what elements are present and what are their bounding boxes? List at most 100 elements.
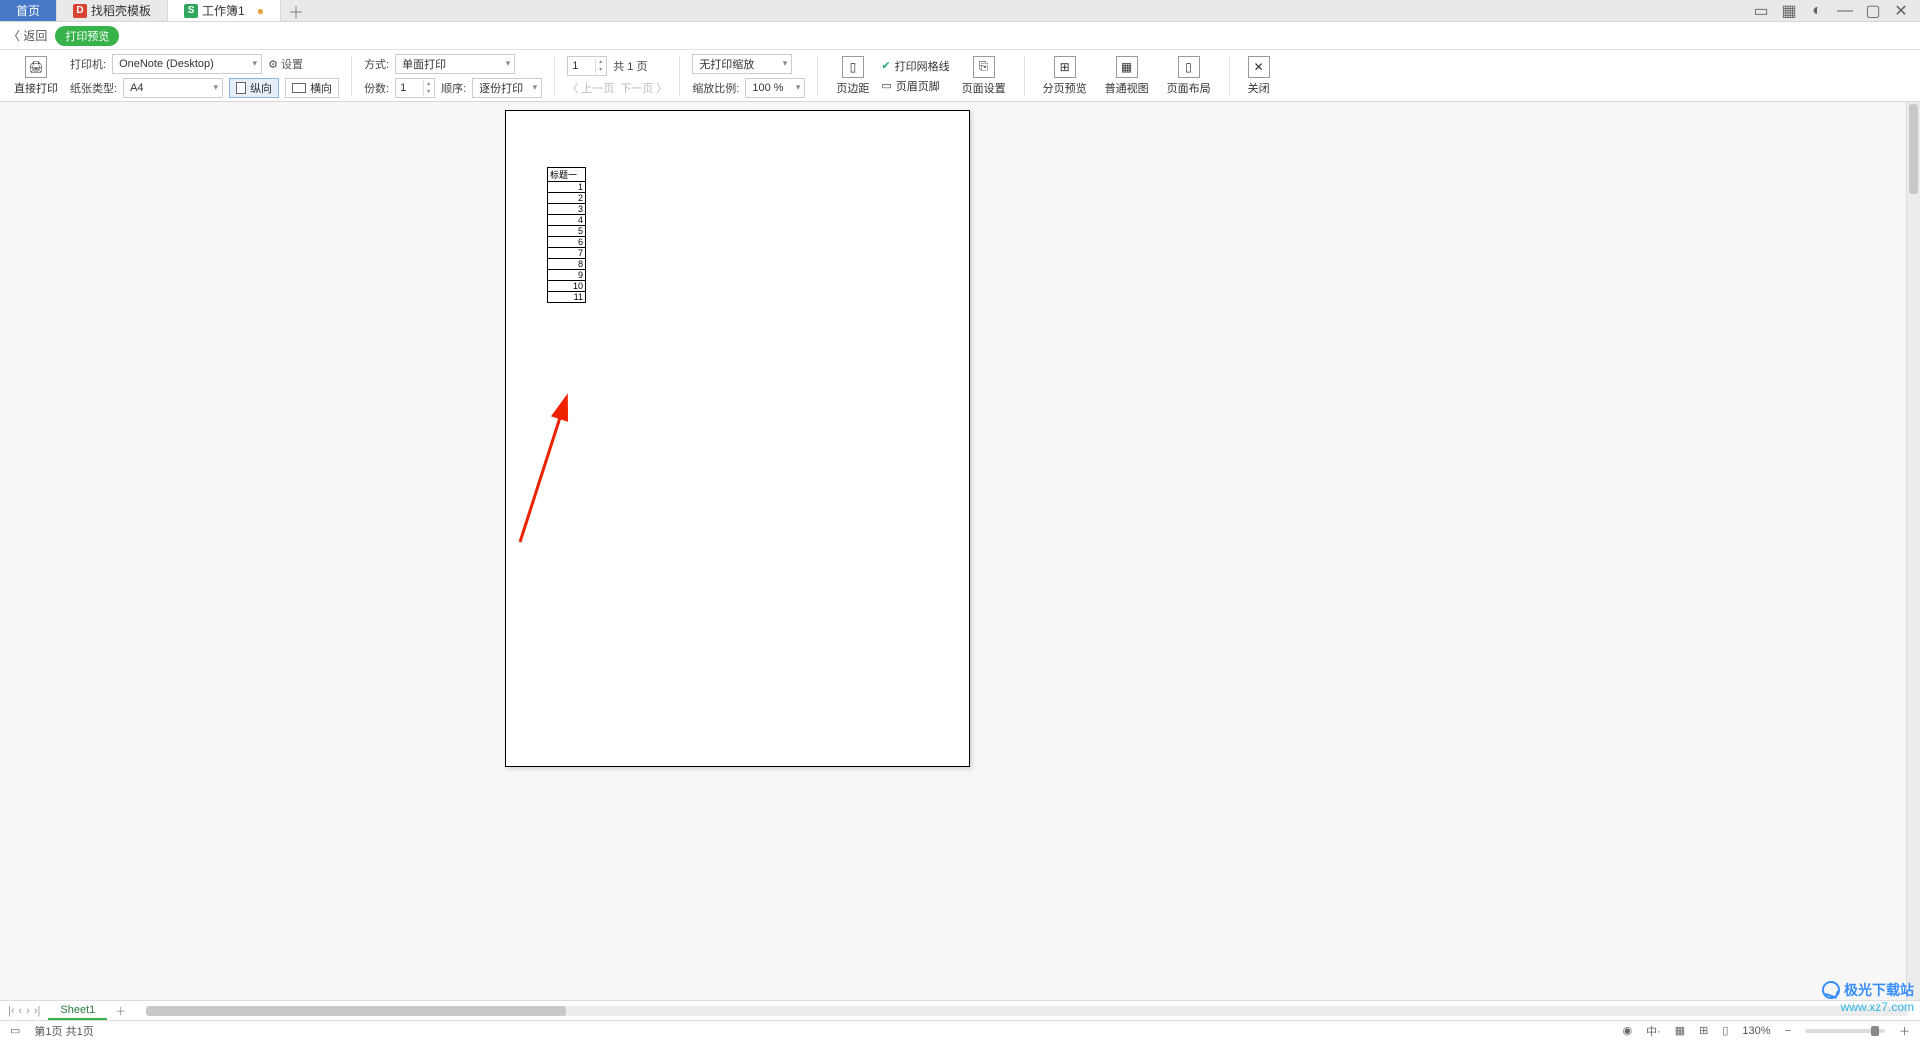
zoom-knob[interactable]: [1871, 1026, 1879, 1036]
close-preview-button[interactable]: ✕ 关闭: [1242, 56, 1276, 96]
mode-value: 单面打印: [402, 56, 446, 72]
scale-ratio-select[interactable]: 100 %: [745, 78, 805, 98]
window-controls: ▭ ▦ ◐ — ▢ ✕: [1742, 0, 1920, 21]
zoom-value: 130%: [1742, 1025, 1770, 1037]
preview-canvas[interactable]: 标题一 1234567891011: [0, 102, 1906, 1000]
zoom-slider[interactable]: [1805, 1029, 1885, 1033]
page-number-input[interactable]: 1▴▾: [567, 56, 607, 76]
separator: [1229, 56, 1230, 96]
close-window-button[interactable]: ✕: [1892, 2, 1910, 20]
sheet-nav-first[interactable]: |‹: [8, 1005, 15, 1017]
orientation-landscape[interactable]: 横向: [285, 78, 339, 98]
vertical-scrollbar[interactable]: [1906, 102, 1920, 1000]
page-layout-button[interactable]: ▯ 页面布局: [1161, 56, 1217, 96]
table-row: 3: [548, 204, 586, 215]
scale-ratio-value: 100 %: [752, 82, 783, 94]
table-cell: 6: [548, 237, 586, 248]
sheet-table: 标题一 1234567891011: [547, 167, 586, 303]
scrollbar-thumb[interactable]: [1909, 104, 1918, 194]
user-icon[interactable]: ◐: [1808, 2, 1826, 20]
scrollbar-thumb[interactable]: [146, 1006, 566, 1016]
lang-icon[interactable]: 中·: [1646, 1023, 1661, 1039]
paper-select[interactable]: A4: [123, 78, 223, 98]
view-pagebreak-icon[interactable]: ⊞: [1699, 1024, 1708, 1037]
separator: [817, 56, 818, 96]
tab-add-button[interactable]: ＋: [281, 0, 311, 21]
settings-button[interactable]: ⚙ 设置: [268, 56, 303, 72]
mode-copies-group: 方式: 单面打印 份数: 1▴▾ 顺序: 逐份打印: [364, 54, 542, 98]
table-cell: 4: [548, 215, 586, 226]
zoom-out-button[interactable]: −: [1785, 1025, 1791, 1037]
close-icon: ✕: [1248, 56, 1270, 78]
copies-value: 1: [400, 82, 406, 94]
tab-home[interactable]: 首页: [0, 0, 57, 21]
landscape-icon: [292, 83, 306, 93]
prev-page-button[interactable]: 〈 上一页: [567, 80, 614, 96]
zoom-in-button[interactable]: ＋: [1899, 1023, 1910, 1039]
separator: [554, 56, 555, 96]
header-footer-button[interactable]: ▭页眉页脚: [881, 78, 949, 94]
settings-label: 设置: [281, 59, 303, 71]
tab-document[interactable]: S 工作簿1 ●: [168, 0, 281, 21]
status-menu-icon[interactable]: ▭: [10, 1024, 20, 1037]
grid-apps-icon[interactable]: ▦: [1780, 2, 1798, 20]
next-page-button[interactable]: 下一页 〉: [620, 80, 667, 96]
table-cell: 2: [548, 193, 586, 204]
template-icon: D: [73, 4, 87, 18]
copies-label: 份数:: [364, 80, 389, 96]
paper-label: 纸张类型:: [70, 80, 117, 96]
sheet-nav-next[interactable]: ›: [26, 1005, 30, 1017]
page-total: 共 1 页: [613, 58, 647, 74]
page-layout-label: 页面布局: [1167, 80, 1211, 96]
margins-button[interactable]: ▯ 页边距: [830, 56, 875, 96]
eye-icon[interactable]: ◉: [1622, 1024, 1632, 1037]
landscape-label: 横向: [310, 80, 332, 96]
page-setup-button[interactable]: ⎘ 页面设置: [956, 56, 1012, 96]
back-button[interactable]: 〈 返回: [8, 27, 47, 44]
horizontal-scrollbar[interactable]: [146, 1006, 1908, 1016]
margins-icon: ▯: [842, 56, 864, 78]
preview-page: 标题一 1234567891011: [505, 110, 970, 767]
sheet-tab[interactable]: Sheet1: [48, 1002, 107, 1020]
spreadsheet-icon: S: [184, 4, 198, 18]
orientation-portrait[interactable]: 纵向: [229, 78, 279, 98]
mode-select[interactable]: 单面打印: [395, 54, 515, 74]
tab-templates[interactable]: D 找稻壳模板: [57, 0, 168, 21]
sheet-nav-last[interactable]: ›|: [34, 1005, 41, 1017]
view-grid-icon[interactable]: ▦: [1675, 1024, 1685, 1037]
normal-view-label: 普通视图: [1105, 80, 1149, 96]
table-row: 9: [548, 270, 586, 281]
table-cell: 10: [548, 281, 586, 292]
normal-view-button[interactable]: ▦ 普通视图: [1099, 56, 1155, 96]
view-layout-icon[interactable]: ▯: [1722, 1024, 1728, 1037]
copies-input[interactable]: 1▴▾: [395, 78, 435, 98]
table-cell: 7: [548, 248, 586, 259]
sheet-nav-prev[interactable]: ‹: [19, 1005, 23, 1017]
page-number-value: 1: [572, 60, 578, 72]
print-grid-checkbox[interactable]: ✔打印网格线: [881, 58, 949, 74]
printer-icon: 🖨: [25, 56, 47, 78]
printer-label: 打印机:: [70, 56, 106, 72]
status-bar: ▭ 第1页 共1页 ◉ 中· ▦ ⊞ ▯ 130% − ＋: [0, 1020, 1920, 1040]
page-setup-icon: ⎘: [973, 56, 995, 78]
layout-icon[interactable]: ▭: [1752, 2, 1770, 20]
header-footer-icon: ▭: [881, 79, 891, 92]
close-label: 关闭: [1248, 80, 1270, 96]
minimize-button[interactable]: —: [1836, 2, 1854, 20]
maximize-button[interactable]: ▢: [1864, 2, 1882, 20]
separator: [679, 56, 680, 96]
table-row: 7: [548, 248, 586, 259]
order-select[interactable]: 逐份打印: [472, 78, 542, 98]
mode-label: 方式:: [364, 56, 389, 72]
page-break-button[interactable]: ⊞ 分页预览: [1037, 56, 1093, 96]
page-break-icon: ⊞: [1054, 56, 1076, 78]
table-cell: 3: [548, 204, 586, 215]
add-sheet-button[interactable]: ＋: [107, 1003, 134, 1019]
printer-select[interactable]: OneNote (Desktop): [112, 54, 262, 74]
table-cell: 5: [548, 226, 586, 237]
order-value: 逐份打印: [479, 80, 523, 96]
scale-mode-select[interactable]: 无打印缩放: [692, 54, 792, 74]
direct-print-group[interactable]: 🖨 直接打印: [8, 56, 64, 96]
next-page-label: 下一页: [620, 83, 653, 95]
separator: [351, 56, 352, 96]
